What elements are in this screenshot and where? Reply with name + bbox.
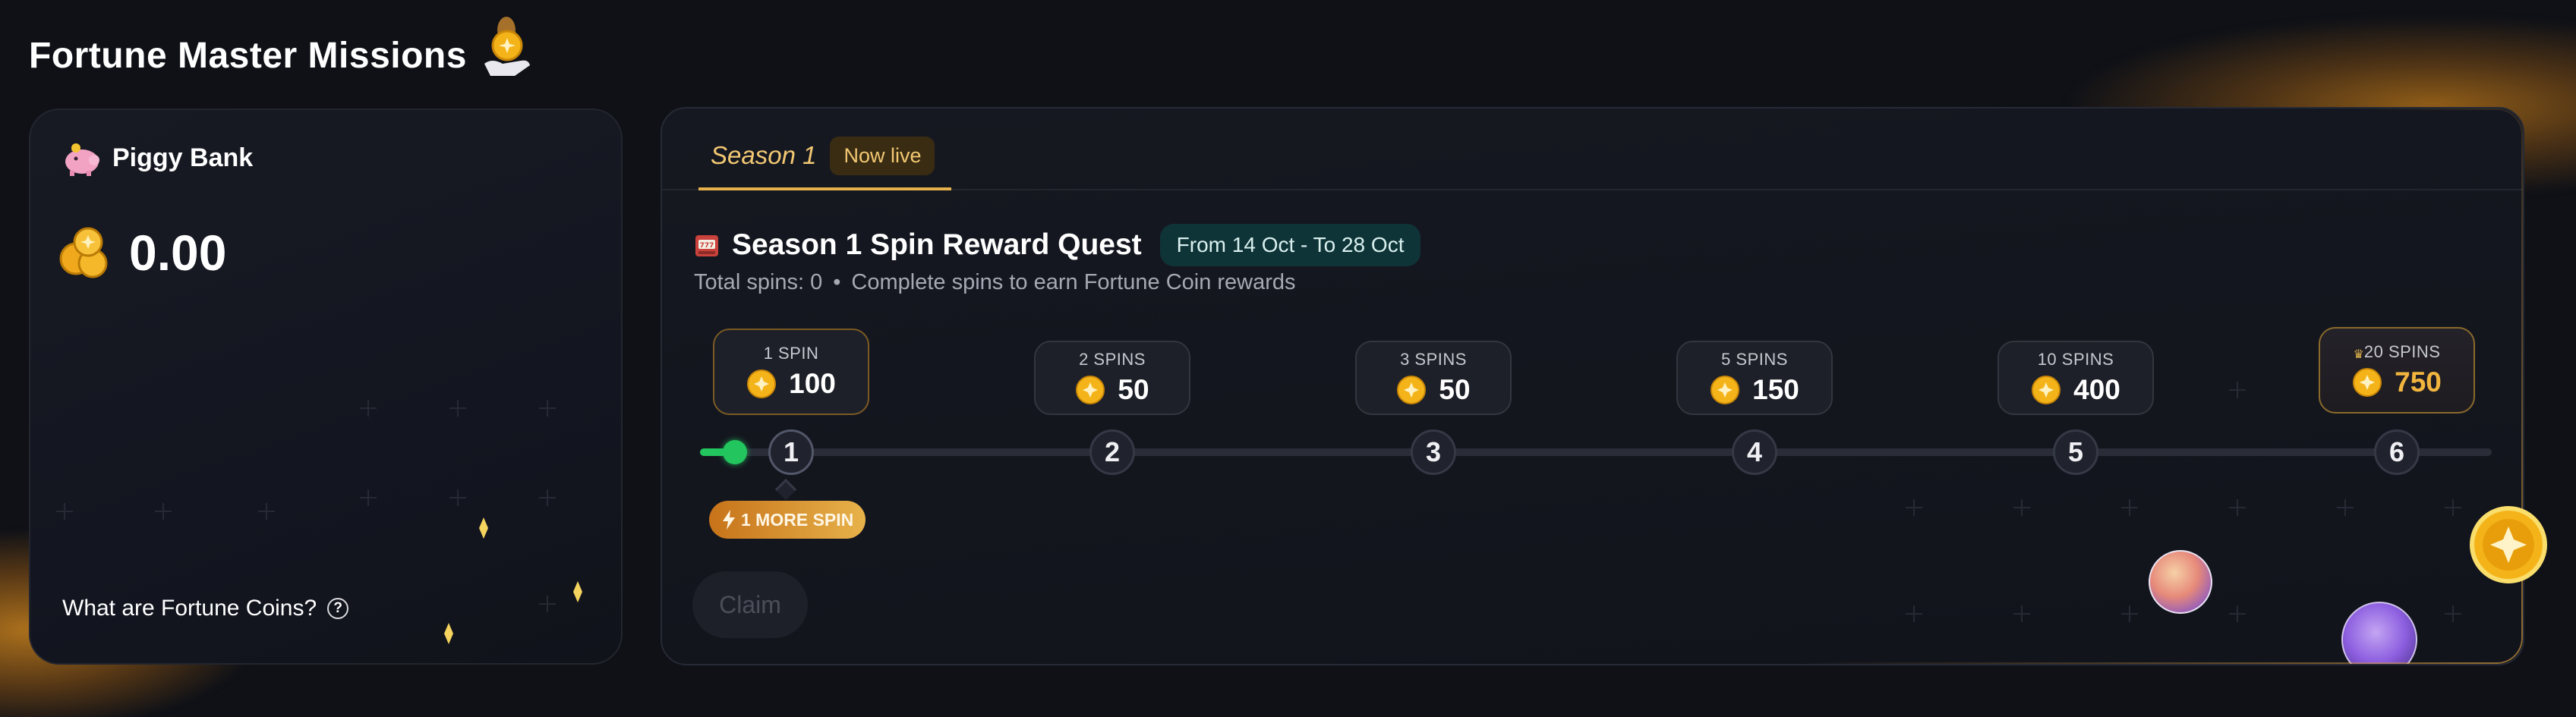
reward-spins-label: 2 SPINS [1079, 350, 1146, 369]
date-range-badge: From 14 Oct - To 28 Oct [1159, 224, 1421, 266]
coin-icon [2032, 376, 2061, 404]
reward-card-1[interactable]: 1 SPIN 100 [713, 329, 869, 415]
grid-plus [360, 400, 377, 417]
balance-value: 0.00 [129, 225, 227, 281]
step-node-3: 3 [1411, 429, 1456, 475]
crown-icon: ♛ [2353, 348, 2364, 361]
reward-row: 750 [2352, 366, 2442, 398]
page-title: Fortune Master Missions [29, 36, 467, 76]
coin-stack-icon [59, 227, 108, 278]
season-tabs: Season 1 Now live [662, 108, 2523, 190]
grid-plus [258, 503, 275, 520]
coin-icon [2470, 506, 2547, 583]
reward-spins-label: 5 SPINS [1721, 350, 1788, 369]
reward-row: 50 [1396, 374, 1471, 406]
help-link-text: What are Fortune Coins? [62, 596, 317, 621]
reward-spins-label: 20 SPINS [2363, 342, 2441, 361]
reward-spins-label: 10 SPINS [2037, 350, 2114, 369]
tab-label: Season 1 [711, 141, 817, 169]
orb-decoration [2341, 602, 2417, 664]
reward-spins-label: 3 SPINS [1400, 350, 1467, 369]
quest-title: Season 1 Spin Reward Quest [732, 228, 1142, 261]
quest-header: 777 Season 1 Spin Reward Quest From 14 O… [694, 224, 1421, 266]
step-node-5: 5 [2053, 429, 2098, 475]
piggy-bank-label: Piggy Bank [112, 143, 254, 172]
slot-machine-icon: 777 [695, 235, 718, 256]
grid-plus [2013, 605, 2030, 622]
reward-card-4[interactable]: 5 SPINS 150 [1676, 341, 1833, 415]
grid-plus [2229, 605, 2246, 622]
final-spins-row: ♛ 20 SPINS [2354, 342, 2441, 366]
orb-decoration [2149, 550, 2212, 614]
grid-plus [449, 400, 466, 417]
reward-row: 150 [1710, 374, 1799, 406]
step-node-2: 2 [1089, 429, 1135, 475]
step-node-1: 1 [768, 429, 814, 475]
reward-card-3[interactable]: 3 SPINS 50 [1355, 341, 1512, 415]
reward-row: 50 [1075, 374, 1149, 406]
grid-plus [539, 400, 556, 417]
grid-plus [360, 489, 377, 506]
reward-card-5[interactable]: 10 SPINS 400 [1997, 341, 2154, 415]
reward-amount: 50 [1118, 374, 1149, 405]
coin-icon [1397, 376, 1427, 404]
more-spin-label: 1 MORE SPIN [741, 509, 854, 530]
progress-knob [723, 440, 747, 464]
grid-plus [56, 503, 73, 520]
season-quest-card: Season 1 Now live 777 Season 1 Spin Rewa… [661, 107, 2524, 665]
coin-icon [2353, 368, 2382, 397]
reward-amount: 100 [789, 368, 836, 399]
question-circle-icon[interactable]: ? [327, 598, 349, 619]
page: Fortune Master Missions Piggy Bank 0.00 … [0, 0, 2576, 717]
grid-plus [2337, 499, 2354, 516]
more-spin-badge: 1 MORE SPIN [709, 501, 866, 539]
coin-icon [1711, 376, 1740, 404]
grid-plus [539, 489, 556, 506]
reward-row: 100 [746, 368, 836, 400]
reward-card-2[interactable]: 2 SPINS 50 [1034, 341, 1190, 415]
coin-icon [747, 370, 777, 398]
coin-trophy-icon [484, 17, 530, 76]
piggy-bank-header: Piggy Bank [61, 139, 253, 177]
reward-amount: 400 [2073, 374, 2120, 405]
grid-plus [2121, 499, 2138, 516]
grid-plus [2229, 382, 2246, 398]
lightning-icon [723, 510, 735, 530]
fortune-coins-help-link[interactable]: What are Fortune Coins? ? [62, 596, 349, 621]
claim-button[interactable]: Claim [692, 571, 808, 638]
coin-icon [1076, 376, 1105, 404]
reward-card-6[interactable]: ♛ 20 SPINS 750 [2319, 327, 2475, 414]
svg-text:777: 777 [700, 242, 714, 250]
grid-plus [1906, 605, 1922, 622]
reward-spins-label: 1 SPIN [763, 344, 819, 363]
reward-amount: 750 [2395, 366, 2442, 398]
grid-plus [2121, 605, 2138, 622]
quest-description: Complete spins to earn Fortune Coin rewa… [851, 270, 1296, 294]
grid-plus [539, 596, 556, 612]
reward-row: 400 [2031, 374, 2120, 406]
sparkle-icon [479, 517, 488, 539]
separator-dot: • [833, 270, 841, 294]
sparkle-icon [444, 623, 453, 644]
live-badge: Now live [830, 136, 935, 175]
step-node-6: 6 [2374, 429, 2420, 475]
grid-plus [2229, 499, 2246, 516]
grid-plus [2445, 499, 2461, 516]
grid-plus [1906, 499, 1922, 516]
grid-plus [155, 503, 172, 520]
quest-subtitle: Total spins: 0 • Complete spins to earn … [694, 270, 1296, 295]
step-node-4: 4 [1732, 429, 1777, 475]
progress-track [700, 448, 2492, 456]
sparkle-icon [573, 581, 582, 602]
piggy-icon [65, 143, 99, 176]
piggy-bank-card: Piggy Bank 0.00 What are Fortune Coins? … [29, 108, 623, 665]
reward-amount: 150 [1752, 374, 1799, 405]
grid-plus [449, 489, 466, 506]
reward-amount: 50 [1439, 374, 1471, 405]
tab-season-1[interactable]: Season 1 Now live [698, 124, 952, 190]
grid-plus [2445, 605, 2461, 622]
piggy-balance: 0.00 [58, 224, 226, 281]
total-spins: Total spins: 0 [694, 270, 823, 294]
grid-plus [2013, 499, 2030, 516]
